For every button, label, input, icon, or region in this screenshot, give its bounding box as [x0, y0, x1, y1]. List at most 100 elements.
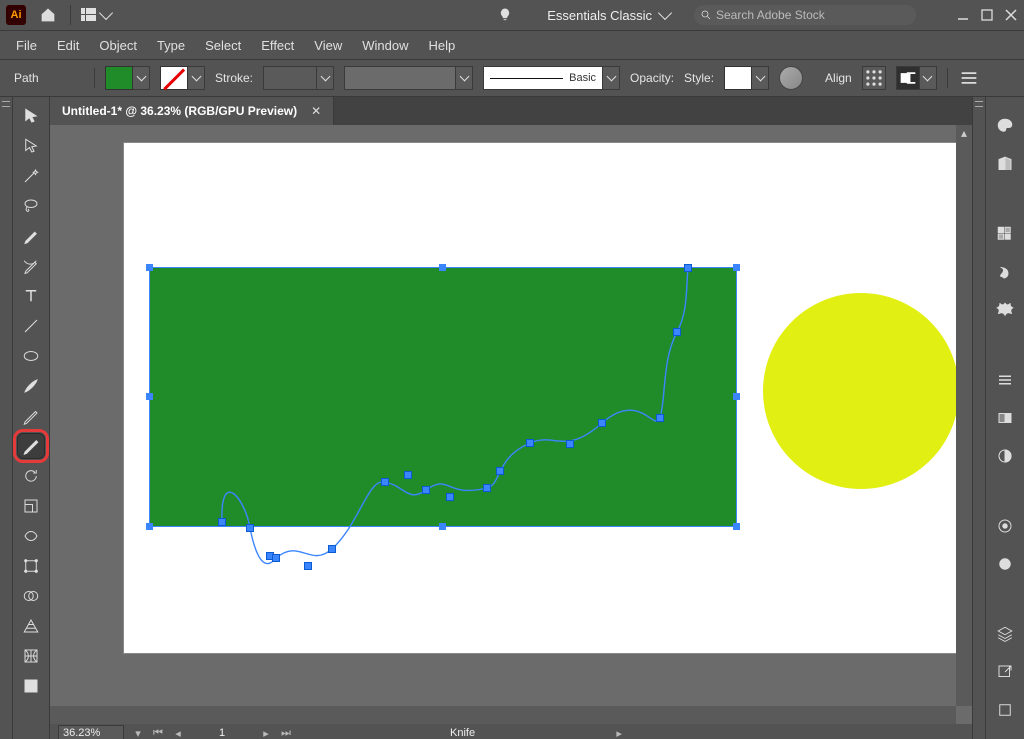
canvas-area[interactable]: ▴ [50, 125, 972, 724]
lasso-tool[interactable] [17, 193, 45, 219]
align-dots-icon[interactable] [862, 66, 886, 90]
gradient-panel-icon[interactable] [994, 407, 1016, 429]
maximize-button[interactable] [980, 8, 994, 22]
prev-artboard-icon[interactable]: ◂ [172, 727, 184, 739]
scroll-up-icon[interactable]: ▴ [956, 125, 972, 141]
vertical-scrollbar[interactable]: ▴ [956, 125, 972, 706]
appearance-panel-icon[interactable] [994, 515, 1016, 537]
right-panel-dock [985, 97, 1024, 739]
color-guide-panel-icon[interactable] [994, 153, 1016, 175]
transform-panel-button[interactable] [896, 66, 937, 90]
selection-tool[interactable] [17, 103, 45, 129]
direct-selection-tool[interactable] [17, 133, 45, 159]
horizontal-scrollbar[interactable] [50, 706, 956, 724]
gradient-tool[interactable] [17, 673, 45, 699]
menu-object[interactable]: Object [99, 38, 137, 53]
artboard-number[interactable]: 1 [192, 727, 252, 739]
stroke-panel-icon[interactable] [994, 369, 1016, 391]
recolor-artwork-button[interactable] [779, 66, 803, 90]
chevron-down-icon[interactable]: ▾ [132, 727, 144, 739]
variable-width-profile[interactable] [344, 66, 473, 90]
next-artboard-icon[interactable]: ▸ [260, 727, 272, 739]
scale-tool[interactable] [17, 493, 45, 519]
app-badge: Ai [6, 5, 26, 25]
style-label: Style: [684, 71, 714, 85]
workspace-switcher[interactable]: Essentials Classic [547, 8, 652, 23]
rotate-tool[interactable] [17, 463, 45, 489]
symbols-panel-icon[interactable] [994, 299, 1016, 321]
opacity-label[interactable]: Opacity: [630, 71, 674, 85]
line-segment-tool[interactable] [17, 313, 45, 339]
close-button[interactable] [1004, 8, 1018, 22]
artboards-panel-icon[interactable] [994, 699, 1016, 721]
title-bar: Ai Essentials Classic Search Adobe Stock [0, 0, 1024, 31]
stroke-weight-field[interactable] [263, 66, 334, 90]
free-transform-tool[interactable] [17, 553, 45, 579]
pen-tool[interactable] [17, 223, 45, 249]
document-tab-title: Untitled-1* @ 36.23% (RGB/GPU Preview) [62, 104, 297, 118]
last-artboard-icon[interactable]: ⏭ [280, 727, 292, 739]
type-tool[interactable] [17, 283, 45, 309]
status-bar: 36.23% ▾ ⏮ ◂ 1 ▸ ⏭ Knife ▸ [50, 724, 972, 739]
yellow-circle[interactable] [763, 293, 959, 489]
right-panel-collapse-strip[interactable] [972, 97, 985, 739]
width-tool[interactable] [17, 523, 45, 549]
asset-export-panel-icon[interactable] [994, 661, 1016, 683]
control-bar: Path Stroke: Basic Opacity: Style: Align [0, 60, 1024, 97]
eyedropper-tool[interactable] [17, 433, 45, 459]
document-tab-row: Untitled-1* @ 36.23% (RGB/GPU Preview) ✕ [50, 97, 972, 125]
perspective-grid-tool[interactable] [17, 613, 45, 639]
graphic-styles-panel-icon[interactable] [994, 553, 1016, 575]
status-flyout-icon[interactable]: ▸ [613, 727, 625, 739]
menu-effect[interactable]: Effect [261, 38, 294, 53]
color-panel-icon[interactable] [994, 115, 1016, 137]
menu-type[interactable]: Type [157, 38, 185, 53]
divider [947, 68, 948, 88]
home-button[interactable] [36, 3, 60, 27]
paintbrush-tool[interactable] [17, 373, 45, 399]
align-label[interactable]: Align [825, 71, 852, 85]
chevron-down-icon [658, 6, 672, 20]
shape-builder-tool[interactable] [17, 583, 45, 609]
transparency-panel-icon[interactable] [994, 445, 1016, 467]
artboard[interactable] [124, 143, 972, 653]
brush-definition[interactable]: Basic [483, 66, 620, 90]
menu-file[interactable]: File [16, 38, 37, 53]
toolbar-collapse-strip[interactable] [0, 97, 13, 739]
stroke-swatch[interactable] [160, 66, 205, 90]
knife-anchors[interactable] [150, 268, 736, 526]
menu-help[interactable]: Help [428, 38, 455, 53]
brushes-panel-icon[interactable] [994, 261, 1016, 283]
rectangle-tool[interactable] [17, 343, 45, 369]
layers-panel-icon[interactable] [994, 623, 1016, 645]
minimize-button[interactable] [956, 8, 970, 22]
divider [94, 68, 95, 88]
curvature-tool[interactable] [17, 253, 45, 279]
menu-select[interactable]: Select [205, 38, 241, 53]
current-tool-label: Knife [450, 727, 475, 739]
selection-kind-label: Path [14, 71, 84, 85]
stroke-label: Stroke: [215, 71, 253, 85]
pencil-tool[interactable] [17, 403, 45, 429]
close-tab-icon[interactable]: ✕ [311, 104, 321, 118]
mesh-tool[interactable] [17, 643, 45, 669]
stock-search[interactable]: Search Adobe Stock [694, 5, 916, 25]
control-bar-menu-icon[interactable] [958, 67, 980, 89]
brush-basic-label: Basic [569, 72, 596, 84]
menu-view[interactable]: View [314, 38, 342, 53]
swatches-panel-icon[interactable] [994, 223, 1016, 245]
zoom-value: 36.23% [63, 727, 100, 739]
first-artboard-icon[interactable]: ⏮ [152, 727, 164, 739]
search-placeholder: Search Adobe Stock [716, 8, 825, 22]
magic-wand-tool[interactable] [17, 163, 45, 189]
arrange-documents-button[interactable] [81, 8, 111, 22]
discover-bulb-icon[interactable] [493, 3, 517, 27]
chevron-down-icon [99, 6, 113, 20]
menu-window[interactable]: Window [362, 38, 408, 53]
menu-edit[interactable]: Edit [57, 38, 79, 53]
menu-bar: File Edit Object Type Select Effect View… [0, 31, 1024, 60]
document-tab[interactable]: Untitled-1* @ 36.23% (RGB/GPU Preview) ✕ [50, 97, 334, 125]
fill-swatch[interactable] [105, 66, 150, 90]
graphic-style-swatch[interactable] [724, 66, 769, 90]
zoom-level-field[interactable]: 36.23% [58, 725, 124, 739]
